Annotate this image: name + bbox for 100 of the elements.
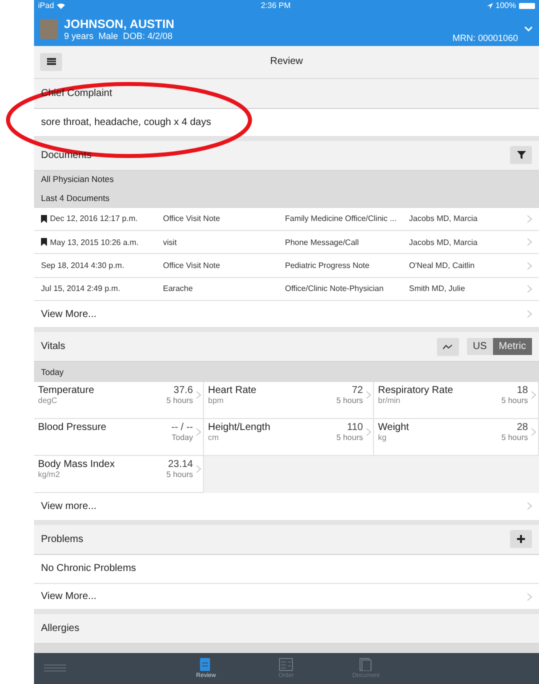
patient-mrn: MRN: 00001060 bbox=[452, 32, 518, 43]
vital-time: 5 hours bbox=[501, 396, 528, 405]
vital-time: Today bbox=[171, 432, 193, 442]
plus-icon bbox=[517, 535, 525, 544]
vital-value: 37.6 bbox=[172, 384, 193, 396]
view-more-link[interactable]: View more... bbox=[41, 500, 96, 512]
wifi-icon bbox=[57, 2, 66, 9]
document-author: Jacobs MD, Marcia bbox=[409, 214, 478, 224]
vital-tile[interactable]: Heart Rate 72 bpm 5 hours bbox=[204, 382, 374, 419]
unit-toggle[interactable]: Metric bbox=[492, 338, 532, 356]
vital-tile[interactable]: Height/Length 110 cm 5 hours bbox=[204, 418, 374, 456]
vital-time: 5 hours bbox=[501, 432, 528, 442]
vital-unit: degC bbox=[38, 396, 58, 405]
vital-unit: kg bbox=[378, 432, 388, 442]
avatar-placeholder bbox=[40, 18, 58, 39]
document-date: Sep 18, 2014 4:30 p.m. bbox=[41, 261, 124, 270]
document-title: Office Visit Note bbox=[163, 214, 222, 224]
vital-time: 5 hours bbox=[166, 470, 193, 479]
chevron-right-icon bbox=[527, 502, 532, 510]
vital-value: 72 bbox=[350, 384, 363, 396]
chevron-right-icon bbox=[527, 262, 532, 270]
filter-icon bbox=[516, 151, 526, 160]
trend-button[interactable] bbox=[436, 338, 459, 356]
location-icon bbox=[486, 2, 493, 9]
section-title: Documents bbox=[41, 150, 92, 161]
clock: 2:36 PM bbox=[260, 1, 291, 10]
view-more-link[interactable]: View More... bbox=[41, 308, 96, 320]
patient-age: 9 years bbox=[64, 30, 94, 41]
chevron-right-icon bbox=[527, 238, 532, 246]
vital-time: 5 hours bbox=[336, 432, 363, 442]
section-title: Vitals bbox=[41, 341, 66, 352]
document-author: O'Neal MD, Caitlin bbox=[409, 261, 476, 270]
chevron-down-icon[interactable] bbox=[524, 26, 533, 32]
unit-toggle[interactable]: US bbox=[466, 338, 493, 356]
document-date: Jul 15, 2014 2:49 p.m. bbox=[41, 284, 120, 294]
chevron-right-icon bbox=[527, 310, 532, 318]
vital-time: 5 hours bbox=[166, 396, 193, 405]
vital-value: 23.14 bbox=[166, 458, 193, 470]
view-more-link[interactable]: View More... bbox=[41, 591, 96, 602]
problem-text: No Chronic Problems bbox=[41, 563, 136, 574]
vital-name: Heart Rate bbox=[208, 384, 258, 396]
grid-icon bbox=[279, 658, 293, 671]
document-author: Smith MD, Julie bbox=[409, 284, 466, 294]
chevron-right-icon bbox=[530, 390, 536, 399]
document-title: Office Visit Note bbox=[163, 261, 222, 270]
subtitle: Last 4 Documents bbox=[41, 192, 110, 203]
vital-name: Weight bbox=[378, 422, 410, 433]
vital-tile[interactable]: Weight 28 kg 5 hours bbox=[374, 418, 539, 456]
document-type: Office/Clinic Note-Physician bbox=[285, 284, 385, 294]
document-icon bbox=[359, 658, 373, 671]
patient-name: JOHNSON, AUSTIN bbox=[64, 16, 176, 31]
chevron-right-icon bbox=[196, 428, 200, 436]
vital-name: Blood Pressure bbox=[38, 422, 108, 433]
vital-tile[interactable]: Temperature 37.6 degC 5 hours bbox=[34, 382, 204, 419]
group-label: Today bbox=[41, 366, 64, 377]
chevron-right-icon bbox=[366, 390, 370, 399]
battery-icon bbox=[519, 2, 535, 9]
document-type: Phone Message/Call bbox=[285, 238, 360, 247]
chevron-right-icon bbox=[196, 390, 200, 399]
document-title: Earache bbox=[163, 284, 194, 294]
vital-tile[interactable]: Respiratory Rate 18 br/min 5 hours bbox=[374, 382, 539, 419]
add-button[interactable] bbox=[510, 530, 532, 548]
document-title: visit bbox=[163, 238, 178, 247]
chevron-right-icon bbox=[527, 284, 532, 293]
vital-unit: br/min bbox=[378, 396, 402, 405]
vital-name: Height/Length bbox=[208, 422, 272, 433]
chevron-right-icon bbox=[530, 428, 536, 436]
battery-percent: 100% bbox=[496, 1, 516, 10]
patient-dob: DOB: 4/2/08 bbox=[123, 30, 173, 41]
vital-name: Temperature bbox=[38, 384, 96, 396]
document-date: Dec 12, 2016 12:17 p.m. bbox=[50, 214, 138, 224]
vital-value: 110 bbox=[346, 422, 363, 433]
chevron-right-icon bbox=[366, 428, 370, 436]
section-title: Problems bbox=[41, 534, 84, 545]
complaint-text: sore throat, headache, cough x 4 days bbox=[41, 116, 212, 128]
vital-value: -- / -- bbox=[171, 422, 193, 433]
filter-button[interactable] bbox=[510, 146, 532, 164]
document-type: Family Medicine Office/Clinic ... bbox=[285, 214, 398, 224]
screen-title: Review bbox=[269, 56, 304, 68]
vital-time: 5 hours bbox=[336, 396, 363, 405]
device-label: iPad bbox=[38, 1, 54, 10]
menu-icon bbox=[44, 664, 66, 672]
vital-unit: cm bbox=[208, 432, 220, 442]
vital-tile[interactable]: Blood Pressure -- / -- Today bbox=[34, 418, 204, 456]
vital-tile[interactable]: Body Mass Index 23.14 kg/m2 5 hours bbox=[34, 456, 204, 493]
vital-value: 18 bbox=[516, 384, 528, 396]
chevron-right-icon bbox=[196, 464, 200, 473]
vital-unit: bpm bbox=[208, 396, 225, 405]
clipboard-icon bbox=[199, 658, 213, 671]
chevron-right-icon bbox=[527, 214, 532, 223]
line-graph-icon bbox=[443, 344, 452, 350]
patient-sex: Male bbox=[98, 30, 118, 41]
vital-value: 28 bbox=[516, 422, 528, 433]
list-icon bbox=[46, 58, 56, 66]
document-type: Pediatric Progress Note bbox=[285, 261, 370, 270]
vital-unit: kg/m2 bbox=[38, 470, 61, 479]
list-button[interactable] bbox=[40, 52, 62, 71]
chevron-right-icon bbox=[527, 592, 532, 601]
vital-name: Respiratory Rate bbox=[378, 384, 454, 396]
section-title: Allergies bbox=[41, 623, 80, 634]
